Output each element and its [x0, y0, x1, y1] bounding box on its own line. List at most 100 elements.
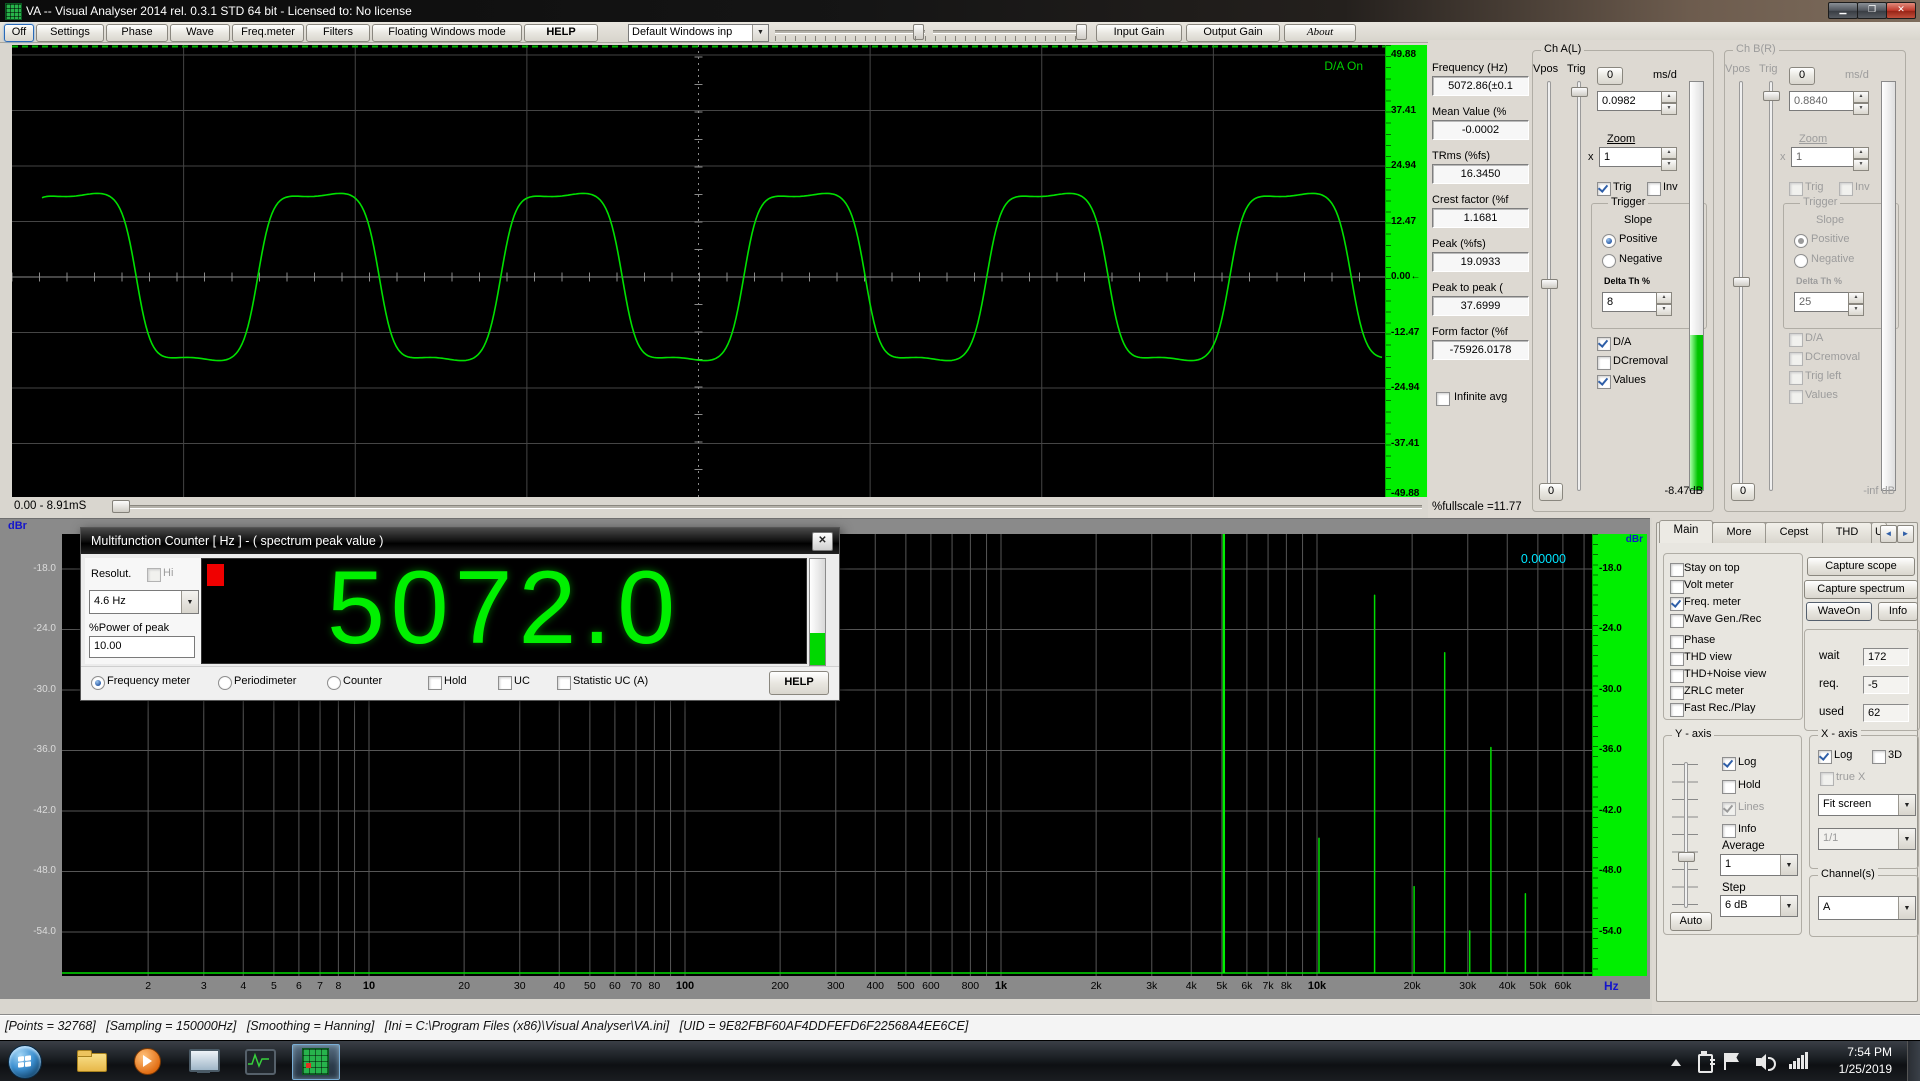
taskbar-display-app-icon[interactable] — [188, 1047, 220, 1075]
msd-spinner[interactable]: ▲ ▼ — [1853, 91, 1869, 115]
chevron-down-icon[interactable]: ▼ — [752, 25, 768, 41]
toolbar-button-settings[interactable]: Settings — [36, 24, 104, 42]
counter-mode-counter[interactable] — [327, 676, 341, 690]
toolbar-button-off[interactable]: Off — [4, 24, 34, 42]
counter-uc-checkbox[interactable] — [498, 676, 512, 690]
capture-spectrum-button[interactable]: Capture spectrum — [1804, 580, 1918, 599]
delta-th-spinner[interactable]: ▲ ▼ — [1656, 292, 1672, 316]
close-button[interactable]: ✕ — [1886, 2, 1916, 19]
slope-positive-radio[interactable] — [1602, 234, 1616, 248]
input-gain-button[interactable]: Input Gain — [1096, 24, 1182, 42]
level-zero-button[interactable]: 0 — [1731, 483, 1755, 501]
wave-gen-rec-checkbox[interactable] — [1670, 614, 1684, 628]
toolbar-button-filters[interactable]: Filters — [306, 24, 370, 42]
output-gain-button[interactable]: Output Gain — [1186, 24, 1280, 42]
trig-checkbox[interactable] — [1597, 182, 1611, 196]
info-checkbox[interactable] — [1722, 824, 1736, 838]
msd-input[interactable]: 0.8840 — [1789, 91, 1855, 111]
toolbar-button-freq-meter[interactable]: Freq.meter — [232, 24, 304, 42]
x-log-checkbox[interactable] — [1818, 750, 1832, 764]
vpos-zero-button[interactable]: 0 — [1789, 67, 1815, 85]
multifunction-counter-dialog[interactable]: Multifunction Counter [ Hz ] - ( spectru… — [80, 527, 840, 701]
trig-slider[interactable] — [1769, 81, 1773, 491]
volt-meter-checkbox[interactable] — [1670, 580, 1684, 594]
tray-hidden-icons-arrow[interactable] — [1671, 1059, 1681, 1066]
input-gain-slider[interactable] — [775, 30, 925, 34]
start-button[interactable] — [8, 1045, 42, 1079]
spin-up-icon[interactable]: ▲ — [1848, 292, 1864, 304]
zoom-input[interactable]: 1 — [1791, 147, 1855, 167]
field-value[interactable]: 62 — [1863, 704, 1909, 722]
trig-left-checkbox[interactable] — [1789, 371, 1803, 385]
oscilloscope-plot[interactable]: D/A On — [11, 45, 1385, 497]
trig-slider-thumb[interactable] — [1571, 87, 1588, 97]
msd-spinner[interactable]: ▲ ▼ — [1661, 91, 1677, 115]
zoom-spinner[interactable]: ▲ ▼ — [1853, 147, 1869, 171]
tab-cepst[interactable]: Cepst — [1765, 522, 1823, 543]
spin-up-icon[interactable]: ▲ — [1656, 292, 1672, 304]
y-range-slider[interactable] — [1684, 762, 1688, 908]
level-zero-button[interactable]: 0 — [1539, 483, 1563, 501]
msd-input[interactable]: 0.0982 — [1597, 91, 1663, 111]
dialog-close-button[interactable]: ✕ — [812, 532, 833, 551]
freq-meter-checkbox[interactable] — [1670, 597, 1684, 611]
chevron-down-icon[interactable]: ▼ — [1898, 897, 1915, 919]
toolbar-button-phase[interactable]: Phase — [106, 24, 168, 42]
zoom-input[interactable]: 1 — [1599, 147, 1663, 167]
chevron-down-icon[interactable]: ▼ — [1898, 795, 1915, 815]
vpos-slider-thumb[interactable] — [1733, 277, 1750, 287]
counter-mode-periodimeter[interactable] — [218, 676, 232, 690]
spin-up-icon[interactable]: ▲ — [1853, 91, 1869, 103]
ratio-select[interactable]: 1/1 ▼ — [1818, 828, 1916, 850]
counter-hold-checkbox[interactable] — [428, 676, 442, 690]
power-of-peak-input[interactable]: 10.00 — [89, 636, 195, 658]
slope-negative-radio[interactable] — [1794, 254, 1808, 268]
vpos-zero-button[interactable]: 0 — [1597, 67, 1623, 85]
slope-positive-radio[interactable] — [1794, 234, 1808, 248]
tab-thd[interactable]: THD — [1822, 522, 1872, 543]
field-value[interactable]: 172 — [1863, 648, 1909, 666]
toolbar-button-wave[interactable]: Wave — [170, 24, 230, 42]
average-select[interactable]: 1 ▼ — [1720, 854, 1798, 876]
thd-view-checkbox[interactable] — [1670, 652, 1684, 666]
maximize-button[interactable]: ❐ — [1857, 2, 1887, 19]
vpos-slider-thumb[interactable] — [1541, 279, 1558, 289]
delta-th-input[interactable]: 25 — [1794, 292, 1850, 312]
lines-checkbox[interactable] — [1722, 802, 1736, 816]
hold-checkbox[interactable] — [1722, 780, 1736, 794]
taskbar-clock[interactable]: 7:54 PM 1/25/2019 — [1802, 1044, 1892, 1078]
fast-rec-play-checkbox[interactable] — [1670, 703, 1684, 717]
spin-down-icon[interactable]: ▼ — [1848, 304, 1864, 316]
fit-screen-select[interactable]: Fit screen ▼ — [1818, 794, 1916, 816]
hi-checkbox[interactable] — [147, 568, 161, 582]
channel-select[interactable]: A ▼ — [1818, 896, 1916, 920]
scope-scrollbar[interactable] — [112, 505, 1422, 509]
about-button[interactable]: About — [1284, 24, 1356, 42]
chevron-down-icon[interactable]: ▼ — [181, 591, 198, 613]
chevron-down-icon[interactable]: ▼ — [1898, 829, 1915, 849]
show-desktop-button[interactable] — [1907, 1041, 1920, 1081]
spin-down-icon[interactable]: ▼ — [1661, 103, 1677, 115]
spin-down-icon[interactable]: ▼ — [1853, 103, 1869, 115]
chevron-down-icon[interactable]: ▼ — [1780, 855, 1797, 875]
output-gain-slider[interactable] — [933, 30, 1083, 34]
spin-down-icon[interactable]: ▼ — [1656, 304, 1672, 316]
zoom-spinner[interactable]: ▲ ▼ — [1661, 147, 1677, 171]
thd-noise-view-checkbox[interactable] — [1670, 669, 1684, 683]
tab-more[interactable]: More — [1712, 522, 1766, 543]
stay-on-top-checkbox[interactable] — [1670, 563, 1684, 577]
scope-scrollbar-thumb[interactable] — [112, 500, 130, 513]
inv-checkbox[interactable] — [1647, 182, 1661, 196]
trig-slider-thumb[interactable] — [1763, 91, 1780, 101]
spin-down-icon[interactable]: ▼ — [1853, 159, 1869, 171]
values-checkbox[interactable] — [1597, 375, 1611, 389]
spin-up-icon[interactable]: ▲ — [1853, 147, 1869, 159]
toolbar-button-help[interactable]: HELP — [524, 24, 598, 42]
spin-down-icon[interactable]: ▼ — [1661, 159, 1677, 171]
tab-scroll-right[interactable]: ► — [1897, 525, 1914, 543]
d-a-checkbox[interactable] — [1789, 333, 1803, 347]
values-checkbox[interactable] — [1789, 390, 1803, 404]
phase-checkbox[interactable] — [1670, 635, 1684, 649]
resolution-select[interactable]: 4.6 Hz ▼ — [89, 590, 199, 614]
delta-th-input[interactable]: 8 — [1602, 292, 1658, 312]
